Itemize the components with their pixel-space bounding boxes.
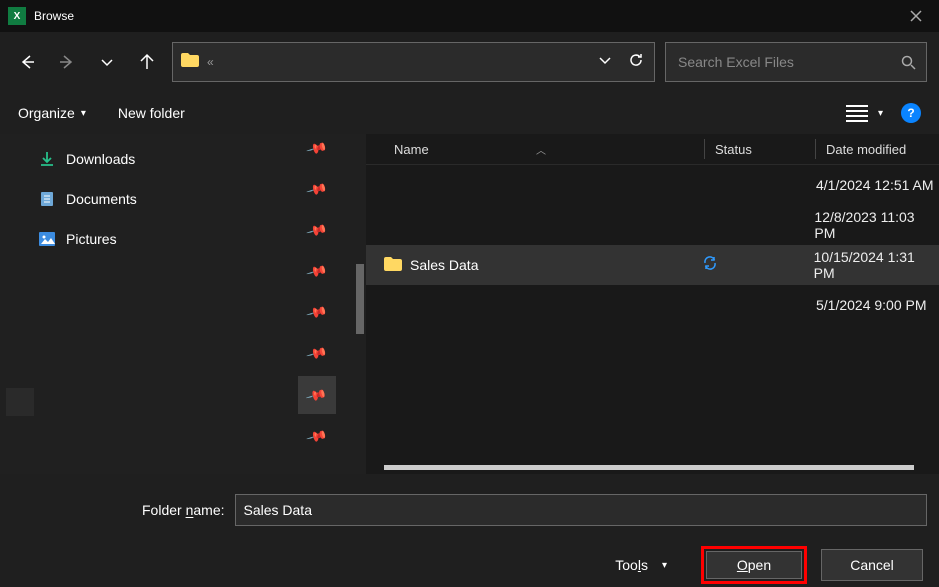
horizontal-scrollbar[interactable] (384, 465, 914, 470)
search-icon (901, 55, 916, 70)
cancel-button[interactable]: Cancel (821, 549, 923, 581)
folder-name-input[interactable] (235, 494, 928, 526)
pin-icon[interactable]: 📌 (296, 255, 337, 289)
pin-icon[interactable]: 📌 (296, 173, 337, 207)
close-icon (910, 10, 922, 22)
sidebar-collapse-handle[interactable] (6, 388, 34, 416)
help-button[interactable]: ? (901, 103, 921, 123)
file-row[interactable]: 5/1/2024 9:00 PM (366, 285, 939, 325)
column-status[interactable]: Status (705, 142, 815, 157)
tools-dropdown[interactable]: Tools▾ (615, 557, 667, 573)
address-bar[interactable]: « (172, 42, 655, 82)
pin-icon[interactable]: 📌 (296, 296, 337, 330)
recent-dropdown[interactable] (92, 48, 122, 76)
main-panel: Downloads Documents Pictures 📌 📌 📌 📌 📌 📌… (0, 134, 939, 474)
downloads-icon (38, 150, 56, 168)
pin-icon[interactable]: 📌 (296, 214, 337, 248)
titlebar: X Browse (0, 0, 939, 32)
forward-button[interactable] (52, 48, 82, 76)
file-date: 4/1/2024 12:51 AM (806, 177, 934, 193)
excel-app-icon: X (8, 7, 26, 25)
sidebar-item-label: Pictures (66, 231, 117, 247)
pictures-icon (38, 230, 56, 248)
up-button[interactable] (132, 48, 162, 76)
refresh-button[interactable] (628, 52, 644, 72)
file-row[interactable]: 4/1/2024 12:51 AM (366, 165, 939, 205)
sidebar-scrollbar[interactable] (356, 264, 364, 334)
documents-icon (38, 190, 56, 208)
caret-down-icon: ▾ (81, 108, 86, 119)
folder-icon (384, 257, 402, 274)
arrow-up-icon (138, 53, 156, 71)
new-folder-button[interactable]: New folder (118, 105, 185, 121)
folder-icon (181, 53, 199, 72)
file-name: Sales Data (366, 257, 692, 274)
pin-icon[interactable]: 📌 (296, 337, 337, 371)
arrow-left-icon (18, 53, 36, 71)
bottom-panel: Folder name: Tools▾ Open Cancel (0, 474, 939, 584)
folder-name-label: Folder name: (142, 502, 225, 518)
file-date: 10/15/2024 1:31 PM (804, 249, 939, 281)
address-dropdown[interactable] (598, 53, 612, 72)
nav-row: « (0, 32, 939, 92)
file-status (692, 255, 803, 275)
open-button[interactable]: Open (706, 551, 802, 579)
sync-icon (702, 255, 718, 271)
new-folder-label: New folder (118, 105, 185, 121)
close-window-button[interactable] (893, 0, 939, 32)
open-button-highlight: Open (701, 546, 807, 584)
sort-ascending-icon: ︿ (536, 142, 546, 157)
view-list-icon (846, 103, 868, 123)
toolbar: Organize ▾ New folder ▾ ? (0, 92, 939, 134)
column-date-modified[interactable]: Date modified (816, 142, 906, 157)
sidebar: Downloads Documents Pictures 📌 📌 📌 📌 📌 📌… (0, 134, 366, 474)
organize-button[interactable]: Organize ▾ (18, 105, 86, 121)
file-date: 5/1/2024 9:00 PM (806, 297, 927, 313)
file-list-pane: Name ︿ Status Date modified 4/1/2024 12:… (366, 134, 939, 474)
sidebar-item-label: Documents (66, 191, 137, 207)
breadcrumb-chevrons: « (207, 55, 214, 69)
back-button[interactable] (12, 48, 42, 76)
caret-down-icon: ▾ (662, 560, 667, 571)
file-row[interactable]: 12/8/2023 11:03 PM (366, 205, 939, 245)
pin-icon[interactable]: 📌 (298, 376, 336, 414)
file-row[interactable]: Sales Data 10/15/2024 1:31 PM (366, 245, 939, 285)
chevron-down-icon (100, 55, 114, 69)
search-box[interactable] (665, 42, 927, 82)
view-button[interactable]: ▾ (846, 103, 883, 123)
column-name[interactable]: Name ︿ (366, 142, 704, 157)
caret-down-icon: ▾ (878, 108, 883, 119)
search-input[interactable] (676, 53, 901, 71)
window-title: Browse (34, 9, 74, 23)
arrow-right-icon (58, 53, 76, 71)
column-headers: Name ︿ Status Date modified (366, 134, 939, 165)
pin-icon[interactable]: 📌 (296, 132, 337, 166)
pin-icon[interactable]: 📌 (296, 420, 337, 454)
organize-label: Organize (18, 105, 75, 121)
refresh-icon (628, 52, 644, 68)
pin-column: 📌 📌 📌 📌 📌 📌 📌 📌 (298, 140, 336, 445)
file-date: 12/8/2023 11:03 PM (804, 209, 939, 241)
folder-name-row: Folder name: (12, 494, 927, 526)
chevron-down-icon (598, 53, 612, 67)
sidebar-item-label: Downloads (66, 151, 135, 167)
button-row: Tools▾ Open Cancel (12, 546, 927, 584)
